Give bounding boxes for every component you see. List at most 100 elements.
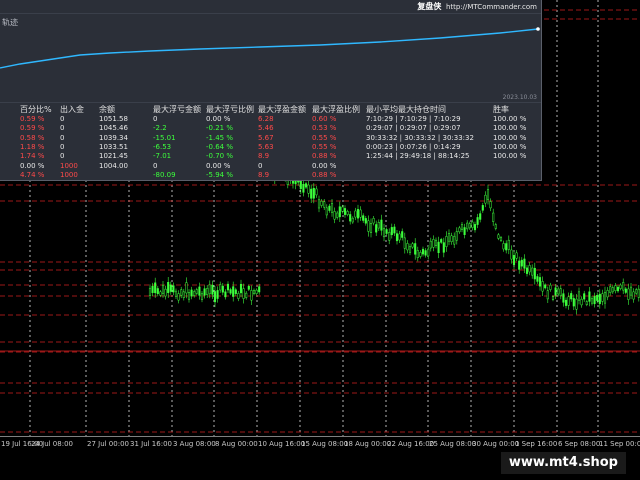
stats-cell: 0	[60, 152, 65, 161]
time-axis-label: 1 Sep 16:00	[515, 440, 558, 448]
time-axis-label: 3 Aug 08:00	[173, 440, 216, 448]
time-axis-label: 27 Jul 00:00	[87, 440, 129, 448]
candle-body	[174, 290, 178, 297]
candle-body	[440, 239, 443, 243]
candle-body	[429, 240, 432, 249]
candle-body	[213, 291, 217, 303]
candle-body	[317, 199, 321, 209]
stats-cell: 5.67	[258, 133, 274, 142]
candle-body	[177, 293, 180, 301]
candle-body	[458, 227, 461, 233]
candle-body	[609, 286, 612, 293]
candle-body	[549, 284, 552, 290]
candle-body	[460, 224, 464, 230]
backtest-stats-panel[interactable]: 复盘侠 http://MTCommander.com 轨迹 2023.10.03…	[0, 0, 542, 181]
stats-cell: -5.94 %	[206, 170, 233, 179]
candle-body	[258, 286, 261, 293]
candle-body	[330, 203, 334, 213]
time-axis-label: 15 Aug 08:00	[301, 440, 349, 448]
stats-cell: 1:25:44 | 29:49:18 | 88:14:25	[366, 152, 470, 161]
curve-end-marker	[536, 27, 540, 31]
candle-body	[252, 289, 256, 294]
candle-body	[468, 223, 471, 229]
stats-cell: -2.2	[153, 124, 167, 133]
candle-body	[367, 220, 370, 232]
candle-body	[172, 285, 175, 293]
stats-cell: 0	[60, 115, 65, 123]
candle-body	[632, 291, 635, 300]
stats-cell: -7.01	[153, 152, 172, 161]
time-axis-label: 25 Aug 08:00	[429, 440, 477, 448]
candle-body	[593, 296, 596, 305]
candle-body	[320, 200, 323, 206]
time-axis-label: 22 Aug 16:00	[387, 440, 435, 448]
panel-brand: 复盘侠 http://MTCommander.com	[417, 1, 537, 12]
time-axis-label: 24 Jul 08:00	[31, 440, 73, 448]
candle-body	[408, 246, 412, 253]
candle-body	[494, 224, 497, 229]
candle-body	[471, 221, 474, 228]
candle-body	[442, 242, 445, 253]
candle-body	[398, 233, 401, 241]
candle-body	[588, 291, 591, 302]
candle-body	[224, 291, 227, 298]
stats-cell: 1000	[60, 161, 78, 170]
candle-body	[627, 288, 630, 300]
candle-body	[208, 284, 211, 295]
stats-cell: 30:33:32 | 30:33:32 | 30:33:32	[366, 133, 474, 142]
candle-body	[351, 217, 354, 223]
candle-body	[505, 243, 508, 251]
candle-body	[450, 235, 453, 242]
candle-body	[538, 277, 542, 287]
candle-body	[190, 289, 193, 297]
candle-body	[486, 189, 490, 200]
candle-body	[523, 258, 526, 269]
time-axis-label: 11 Sep 00:00	[599, 440, 640, 448]
brand-url[interactable]: http://MTCommander.com	[446, 3, 537, 11]
candle-body	[395, 233, 399, 242]
stats-cell: 0	[153, 115, 158, 123]
candle-body	[492, 212, 495, 222]
stats-cell: 0	[60, 142, 65, 151]
time-axis-label: 8 Aug 00:00	[215, 440, 258, 448]
stats-cell: 0	[60, 133, 65, 142]
candle-body	[453, 236, 456, 245]
candle-body	[195, 289, 198, 294]
candle-body	[310, 188, 313, 199]
candle-body	[390, 227, 393, 236]
candle-body	[356, 209, 360, 219]
candle-body	[546, 290, 549, 300]
candle-body	[580, 298, 583, 306]
stats-cell: 0.00 %	[206, 161, 231, 170]
stats-cell: 1021.45	[99, 152, 128, 161]
candle-body	[445, 236, 448, 247]
time-axis-label: 10 Aug 16:00	[258, 440, 306, 448]
candle-body	[447, 233, 451, 242]
candle-body	[585, 301, 588, 305]
stats-header: 最大浮盈比例	[312, 105, 360, 114]
candle-body	[187, 292, 191, 300]
stats-cell: 5.63	[258, 142, 274, 151]
candle-body	[343, 208, 347, 215]
candle-body	[528, 265, 531, 273]
candle-body	[393, 226, 396, 234]
candle-body	[466, 222, 469, 230]
time-axis: 19 Jul 16:00 24 Jul 08:00 27 Jul 00:00 31 J…	[0, 436, 640, 453]
candle-body	[575, 298, 578, 310]
candle-body	[484, 194, 487, 204]
candle-body	[463, 227, 466, 235]
candle-body	[421, 248, 425, 255]
candle-body	[419, 252, 422, 257]
candle-body	[349, 214, 352, 222]
stats-cell: 7:10:29 | 7:10:29 | 7:10:29	[366, 115, 461, 123]
candle-body	[622, 282, 625, 291]
stats-cell: 1051.58	[99, 115, 128, 123]
candle-body	[185, 282, 188, 294]
candle-body	[596, 294, 599, 301]
candle-body	[437, 241, 440, 253]
stats-header: 出入金	[60, 105, 84, 114]
stats-header: 最小平均最大持仓时间	[366, 105, 446, 114]
candle-body	[375, 224, 378, 233]
candle-body	[221, 285, 224, 293]
candle-body	[255, 289, 258, 294]
